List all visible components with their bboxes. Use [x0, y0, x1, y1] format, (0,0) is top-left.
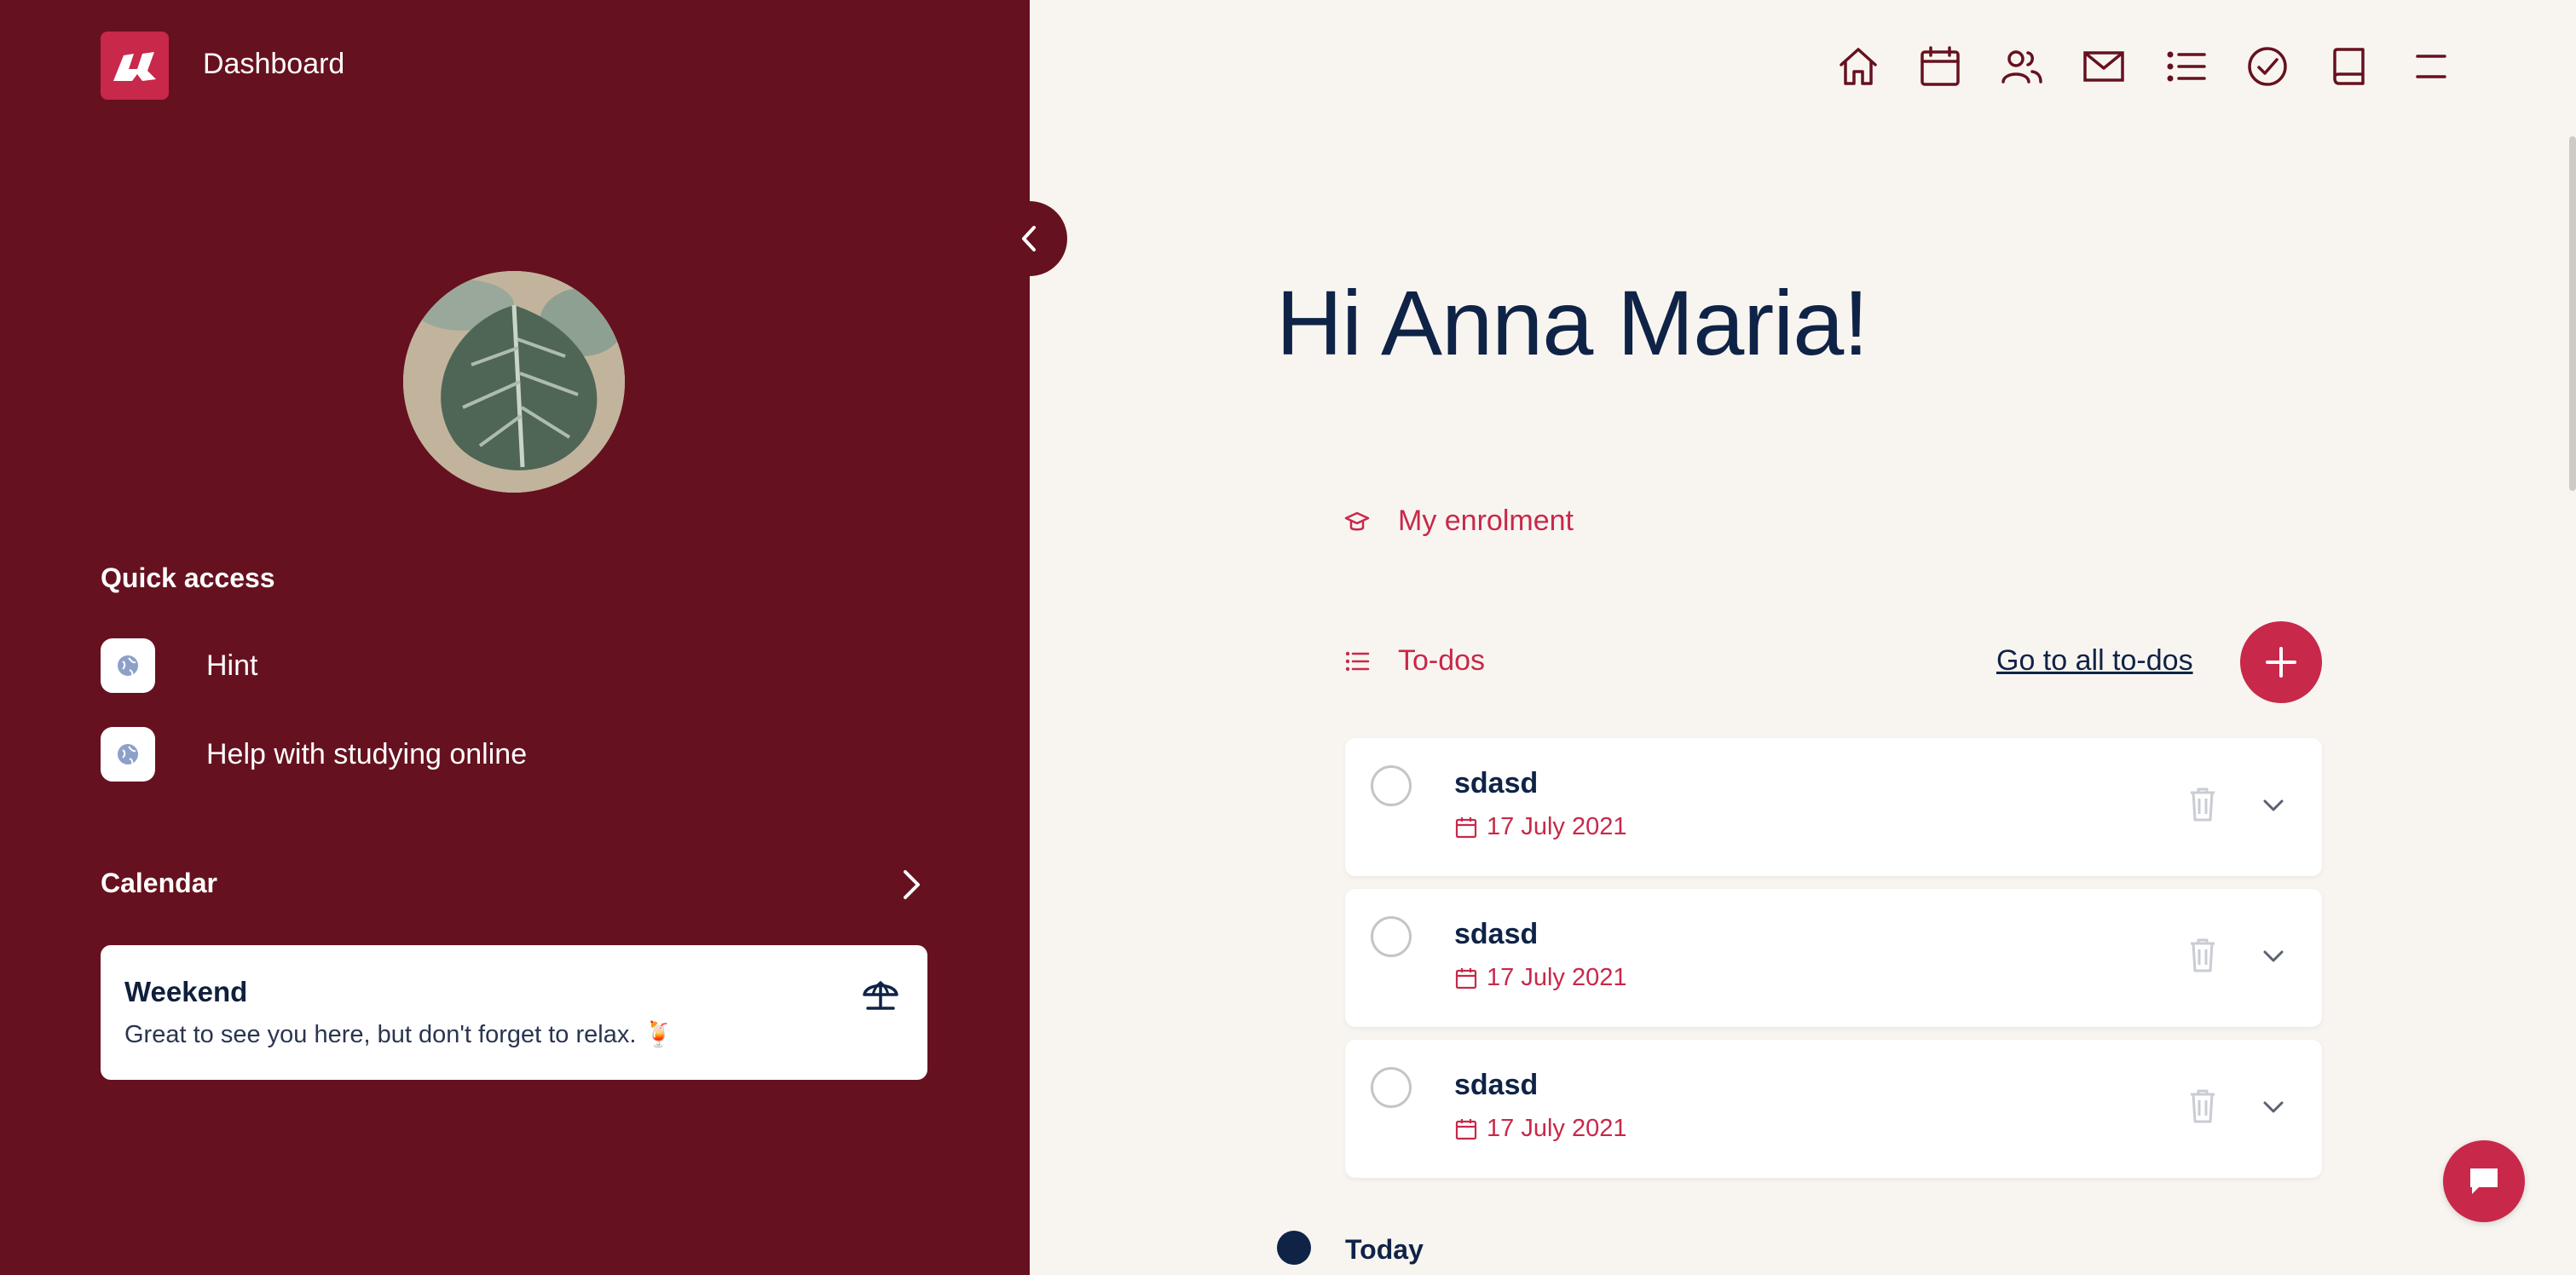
- chevron-down-icon[interactable]: [2259, 942, 2288, 971]
- calendar-event-card[interactable]: Weekend Great to see you here, but don't…: [101, 945, 927, 1080]
- todo-date: 17 July 2021: [1454, 1115, 1626, 1143]
- todo-item[interactable]: sdasd 17 July 2021: [1345, 889, 2322, 1027]
- calendar-chevron-right-icon[interactable]: [895, 866, 929, 903]
- logo-icon: [113, 52, 156, 81]
- trash-icon[interactable]: [2186, 786, 2220, 823]
- my-enrolment-label: My enrolment: [1398, 505, 1574, 537]
- list-icon: [1345, 651, 1370, 671]
- todo-title: sdasd: [1454, 767, 1539, 799]
- collapse-sidebar-button[interactable]: [992, 201, 1067, 276]
- todo-item[interactable]: sdasd 17 July 2021: [1345, 1040, 2322, 1178]
- todo-date: 17 July 2021: [1454, 964, 1626, 992]
- sidebar: Dashboard Quick access Hint Help with st…: [0, 0, 1030, 1275]
- todo-checkbox[interactable]: [1371, 1067, 1412, 1108]
- menu-icon[interactable]: [2406, 41, 2457, 92]
- people-icon[interactable]: [1996, 41, 2048, 92]
- app-logo[interactable]: [101, 32, 169, 100]
- event-description: Great to see you here, but don't forget …: [124, 1021, 674, 1048]
- greeting-heading: Hi Anna Maria!: [1276, 271, 1868, 374]
- quick-access-item-hint[interactable]: Hint: [101, 638, 257, 693]
- trash-icon[interactable]: [2186, 1088, 2220, 1125]
- calendar-icon[interactable]: [1915, 41, 1966, 92]
- todos-label: To-dos: [1398, 644, 1486, 677]
- globe-icon: [101, 638, 155, 693]
- today-label: Today: [1345, 1234, 1424, 1265]
- avatar-image: [403, 271, 625, 493]
- quick-access-item-help[interactable]: Help with studying online: [101, 727, 527, 782]
- calendar-title: Calendar: [101, 868, 217, 898]
- plus-icon: [2266, 647, 2296, 678]
- top-navigation: [1833, 41, 2487, 92]
- quick-access-label: Hint: [206, 649, 258, 682]
- todo-date-text: 17 July 2021: [1487, 813, 1627, 840]
- chevron-down-icon[interactable]: [2259, 791, 2288, 820]
- my-enrolment-link[interactable]: My enrolment: [1343, 505, 1574, 538]
- todo-checkbox[interactable]: [1371, 916, 1412, 957]
- todos-section-title: To-dos: [1343, 644, 1485, 678]
- todo-title: sdasd: [1454, 918, 1539, 950]
- avatar[interactable]: [403, 271, 625, 493]
- list-icon[interactable]: [2160, 41, 2211, 92]
- quick-access-label: Help with studying online: [206, 737, 528, 770]
- today-marker: [1277, 1231, 1311, 1265]
- chevron-down-icon[interactable]: [2259, 1093, 2288, 1122]
- beach-umbrella-icon: [863, 981, 898, 1010]
- trash-icon[interactable]: [2186, 937, 2220, 974]
- mail-icon[interactable]: [2078, 41, 2129, 92]
- chevron-left-icon: [1022, 226, 1036, 251]
- calendar-icon: [1455, 1118, 1477, 1139]
- chat-bubble-icon: [2470, 1168, 2498, 1194]
- todo-title: sdasd: [1454, 1069, 1539, 1101]
- globe-icon: [101, 727, 155, 782]
- scrollbar[interactable]: [2569, 136, 2576, 491]
- graduation-cap-icon: [1344, 511, 1370, 530]
- todo-date-text: 17 July 2021: [1487, 964, 1627, 991]
- go-to-all-todos-link[interactable]: Go to all to-dos: [1996, 644, 2193, 678]
- calendar-icon: [1455, 967, 1477, 989]
- chat-button[interactable]: [2443, 1140, 2525, 1222]
- quick-access-title: Quick access: [101, 562, 275, 593]
- book-icon[interactable]: [2324, 41, 2375, 92]
- app-title: Dashboard: [203, 48, 345, 80]
- add-todo-button[interactable]: [2240, 621, 2322, 703]
- todo-checkbox[interactable]: [1371, 765, 1412, 806]
- todo-date-text: 17 July 2021: [1487, 1115, 1627, 1142]
- check-circle-icon[interactable]: [2242, 41, 2293, 92]
- home-icon[interactable]: [1833, 41, 1884, 92]
- todo-date: 17 July 2021: [1454, 813, 1626, 841]
- event-title: Weekend: [124, 976, 248, 1007]
- todo-item[interactable]: sdasd 17 July 2021: [1345, 738, 2322, 876]
- calendar-icon: [1455, 816, 1477, 838]
